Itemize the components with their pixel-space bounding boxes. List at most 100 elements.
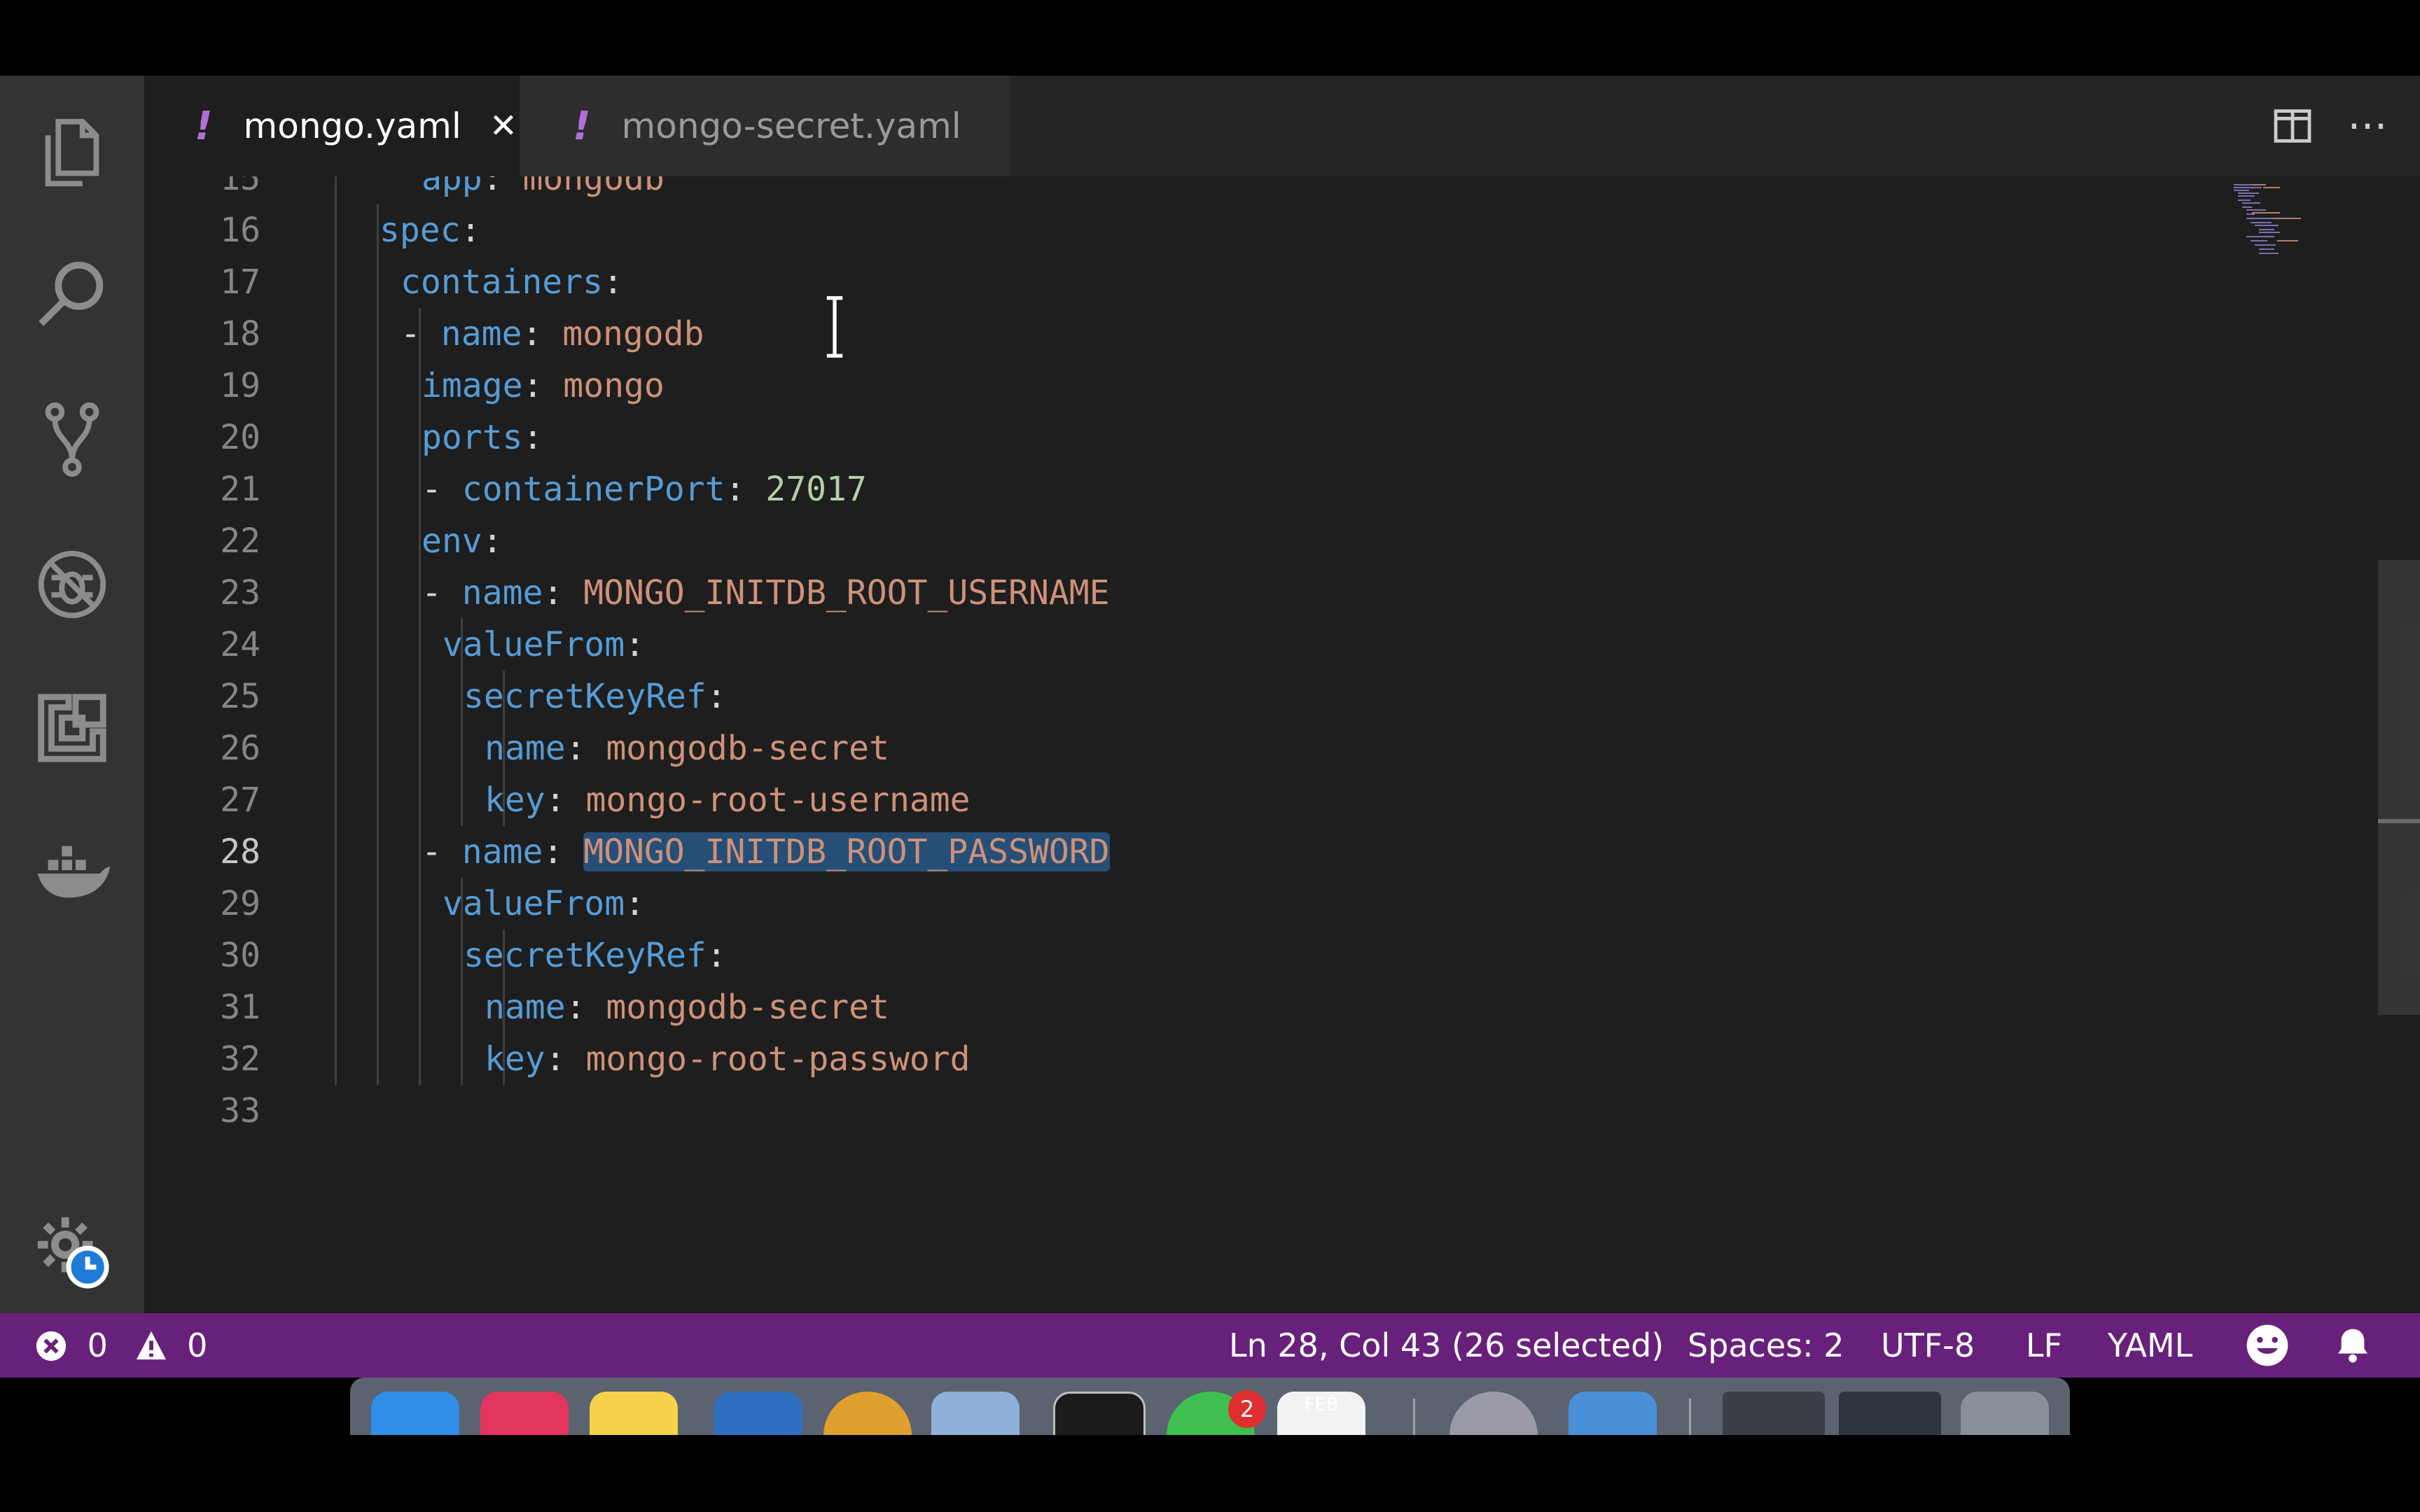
code-line[interactable]: 33 bbox=[144, 1085, 2245, 1137]
activity-bar bbox=[0, 76, 144, 1313]
code-line[interactable]: 27 key: mongo-root-username bbox=[144, 774, 2245, 826]
code-token: - bbox=[401, 314, 441, 354]
code-line[interactable]: 30 secretKeyRef: bbox=[144, 930, 2245, 981]
cursor-position[interactable]: Ln 28, Col 43 (26 selected) bbox=[1229, 1313, 1664, 1378]
code-line[interactable]: 22 env: bbox=[144, 515, 2245, 567]
line-number: 29 bbox=[220, 884, 260, 923]
code-token: : bbox=[482, 522, 503, 561]
line-code: key: mongo-root-password bbox=[485, 1033, 971, 1085]
line-code: valueFrom: bbox=[443, 878, 645, 930]
yaml-file-icon: ! bbox=[573, 103, 591, 149]
code-line[interactable]: 20 ports: bbox=[144, 412, 2245, 463]
minimap[interactable] bbox=[2231, 182, 2308, 294]
code-line[interactable]: 25 secretKeyRef: bbox=[144, 671, 2245, 722]
code-token: MONGO_INITDB_ROOT_USERNAME bbox=[583, 573, 1110, 612]
terminal-icon[interactable] bbox=[1053, 1392, 1146, 1435]
code-token: : bbox=[565, 729, 606, 768]
indentation-setting[interactable]: Spaces: 2 bbox=[1688, 1313, 1844, 1378]
code-token: mongodb-secret bbox=[606, 729, 889, 768]
code-token: : bbox=[706, 936, 727, 975]
code-line[interactable]: 29 valueFrom: bbox=[144, 878, 2245, 930]
trash-icon[interactable] bbox=[1961, 1392, 2049, 1435]
code-line[interactable]: 16 spec: bbox=[144, 204, 2245, 256]
split-editor-icon[interactable] bbox=[2270, 104, 2315, 148]
code-line[interactable]: 19 image: mongo bbox=[144, 360, 2245, 412]
line-code: name: mongodb-secret bbox=[485, 722, 889, 774]
finder-icon[interactable] bbox=[371, 1392, 459, 1435]
code-token: key bbox=[485, 1040, 545, 1079]
intellij-icon[interactable] bbox=[480, 1392, 569, 1435]
line-code: - containerPort: 27017 bbox=[422, 463, 867, 515]
code-line[interactable]: 17 containers: bbox=[144, 256, 2245, 308]
window-thumbnail[interactable] bbox=[1723, 1392, 1825, 1435]
language-mode[interactable]: YAML bbox=[2108, 1313, 2192, 1378]
code-line[interactable]: 24 valueFrom: bbox=[144, 619, 2245, 671]
screen-recorder-icon[interactable] bbox=[1449, 1392, 1538, 1435]
code-line[interactable]: 26 name: mongodb-secret bbox=[144, 722, 2245, 774]
calendar-month: FEB bbox=[1304, 1394, 1339, 1415]
scrollbar-thumb[interactable] bbox=[2378, 560, 2420, 1015]
more-actions-icon[interactable]: ··· bbox=[2343, 102, 2392, 151]
code-line[interactable]: 31 name: mongodb-secret bbox=[144, 981, 2245, 1033]
code-line[interactable]: 21 - containerPort: 27017 bbox=[144, 463, 2245, 515]
code-line[interactable]: 15 app: mongodb bbox=[144, 176, 2245, 204]
code-token: mongodb bbox=[522, 176, 665, 198]
error-icon bbox=[36, 1331, 67, 1362]
warning-icon bbox=[136, 1331, 166, 1360]
code-line[interactable]: 18 - name: mongodb bbox=[144, 308, 2245, 360]
code-token: app bbox=[422, 176, 482, 198]
code-token: - bbox=[422, 470, 462, 509]
window-thumbnail[interactable] bbox=[1839, 1392, 1941, 1435]
code-token: : bbox=[543, 832, 584, 872]
code-token: mongodb-secret bbox=[606, 988, 889, 1027]
line-code: valueFrom: bbox=[443, 619, 645, 671]
code-token: name bbox=[485, 988, 566, 1027]
status-bar: 0 0 Ln 28, Col 43 (26 selected) Spaces: … bbox=[0, 1313, 2420, 1378]
code-line[interactable]: 23 - name: MONGO_INITDB_ROOT_USERNAME bbox=[144, 567, 2245, 619]
keynote-icon[interactable] bbox=[1569, 1392, 1657, 1435]
code-token: 27017 bbox=[765, 470, 867, 509]
dock-separator bbox=[1689, 1399, 1691, 1435]
line-code: key: mongo-root-username bbox=[485, 774, 971, 826]
line-number: 20 bbox=[220, 418, 260, 457]
vscode-icon[interactable] bbox=[714, 1392, 802, 1435]
chrome-icon[interactable] bbox=[823, 1392, 912, 1435]
debug-icon[interactable] bbox=[23, 536, 121, 634]
line-number: 22 bbox=[220, 522, 260, 561]
notifications-bell-icon[interactable] bbox=[2333, 1313, 2372, 1378]
explorer-icon[interactable] bbox=[23, 104, 121, 202]
code-token: secretKeyRef bbox=[464, 677, 707, 716]
settings-gear-icon[interactable] bbox=[23, 1203, 121, 1301]
problems-indicator[interactable]: 0 0 bbox=[35, 1313, 207, 1378]
extensions-icon[interactable] bbox=[23, 679, 121, 777]
tab-mongo-secret-yaml[interactable]: ! mongo-secret.yaml bbox=[520, 76, 1010, 176]
tab-mongo-yaml[interactable]: ! mongo.yaml ✕ bbox=[144, 76, 520, 176]
close-icon[interactable]: ✕ bbox=[489, 106, 517, 146]
code-line[interactable]: 32 key: mongo-root-password bbox=[144, 1033, 2245, 1085]
search-icon[interactable] bbox=[23, 247, 121, 345]
selected-text: MONGO_INITDB_ROOT_PASSWORD bbox=[583, 832, 1110, 872]
vertical-scrollbar[interactable] bbox=[2378, 176, 2420, 1313]
line-ending[interactable]: LF bbox=[2026, 1313, 2062, 1378]
docker-icon[interactable] bbox=[23, 825, 121, 923]
code-token: : bbox=[625, 625, 645, 664]
code-token: ports bbox=[422, 418, 523, 457]
line-number: 26 bbox=[220, 729, 260, 768]
code-token: - bbox=[422, 832, 462, 872]
code-token: secretKeyRef bbox=[464, 936, 707, 975]
preview-icon[interactable] bbox=[931, 1392, 1020, 1435]
code-line[interactable]: 28 - name: MONGO_INITDB_ROOT_PASSWORD bbox=[144, 826, 2245, 878]
feedback-smiley-icon[interactable] bbox=[2245, 1313, 2290, 1378]
source-control-icon[interactable] bbox=[23, 391, 121, 489]
code-token: mongodb bbox=[562, 314, 704, 354]
notes-icon[interactable] bbox=[590, 1392, 678, 1435]
code-token: valueFrom bbox=[443, 884, 625, 923]
editor-tab-bar: ! mongo.yaml ✕ ! mongo-secret.yaml ··· bbox=[144, 76, 2420, 176]
code-token: image bbox=[422, 366, 523, 405]
file-encoding[interactable]: UTF-8 bbox=[1881, 1313, 1975, 1378]
code-editor[interactable]: 15 app: mongodb 16 spec: 17 containers: 18 - na… bbox=[144, 176, 2420, 1313]
line-code: - name: mongodb bbox=[401, 308, 704, 360]
vscode-window: ! mongo.yaml ✕ ! mongo-secret.yaml ··· 1… bbox=[0, 76, 2420, 1378]
code-token: name bbox=[461, 573, 543, 612]
warning-count: 0 bbox=[187, 1326, 208, 1364]
